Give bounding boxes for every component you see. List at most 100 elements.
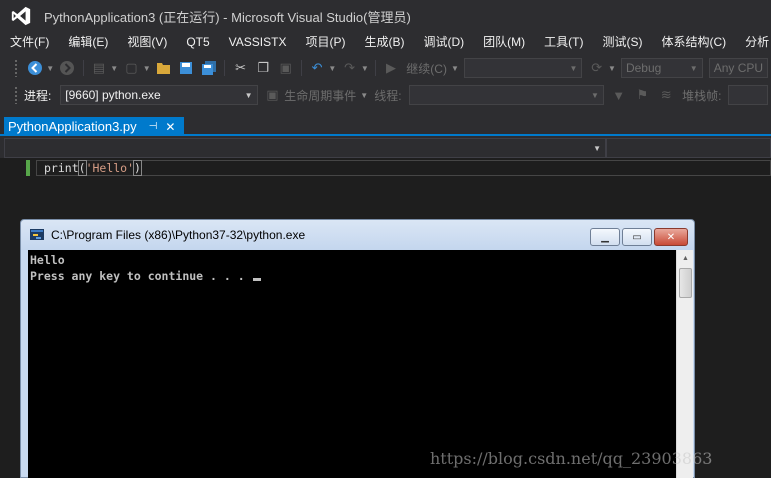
save-icon[interactable] (178, 59, 195, 77)
process-label: 进程: (23, 88, 52, 103)
redo-icon[interactable]: ↷ (341, 59, 358, 77)
new-project-icon[interactable]: ▤ (91, 59, 108, 77)
console-line-1: Hello (30, 253, 65, 267)
chevron-down-icon[interactable]: ▼ (110, 64, 118, 73)
tab-label: PythonApplication3.py (8, 119, 137, 134)
configuration-combo[interactable]: Debug ▼ (620, 58, 703, 78)
play-icon[interactable]: ▶ (383, 59, 400, 77)
close-icon[interactable]: ✕ (165, 120, 175, 134)
code-open-paren: ( (77, 160, 87, 176)
save-all-icon[interactable] (201, 59, 218, 77)
close-icon: ✕ (666, 231, 676, 243)
menu-build[interactable]: 生成(B) (354, 32, 413, 52)
console-title: C:\Program Files (x86)\Python37-32\pytho… (51, 228, 306, 242)
toolbar-grip[interactable] (14, 59, 18, 77)
undo-icon[interactable]: ↶ (309, 59, 326, 77)
menu-vassistx[interactable]: VASSISTX (219, 32, 296, 52)
current-line-highlight (36, 160, 771, 176)
cut-icon[interactable]: ✂ (232, 59, 249, 77)
paste-icon[interactable]: ▣ (277, 59, 294, 77)
platform-combo[interactable]: Any CPU (708, 58, 769, 78)
process-combo[interactable]: [9660] python.exe ▼ (60, 85, 258, 105)
menu-architecture[interactable]: 体系结构(C) (651, 32, 735, 52)
process-value: [9660] python.exe (65, 88, 161, 102)
member-navigation-combo[interactable] (606, 138, 771, 158)
start-target-combo[interactable]: ▼ (463, 58, 583, 78)
menu-analyze[interactable]: 分析 (735, 32, 771, 52)
scroll-thumb[interactable] (679, 268, 692, 298)
thread-combo[interactable]: ▼ (408, 85, 604, 105)
minimize-icon: ▁ (601, 231, 609, 243)
toolbar-separator (82, 60, 84, 76)
chevron-down-icon[interactable]: ▼ (608, 64, 616, 73)
document-tab-strip: PythonApplication3.py ⊣ ✕ (0, 114, 771, 136)
console-scrollbar[interactable]: ▲ (676, 250, 693, 478)
navigate-back-icon[interactable] (27, 59, 44, 77)
menu-project[interactable]: 项目(P) (295, 32, 354, 52)
lifecycle-events-icon[interactable]: ▣ (264, 86, 282, 104)
minimize-button[interactable]: ▁ (590, 228, 620, 246)
refresh-icon[interactable]: ⟳ (588, 59, 605, 77)
change-tracking-mark (26, 160, 30, 176)
tab-pythonapplication3-py[interactable]: PythonApplication3.py ⊣ ✕ (4, 117, 184, 136)
console-window[interactable]: C:\Program Files (x86)\Python37-32\pytho… (20, 219, 695, 478)
chevron-down-icon: ▼ (569, 63, 578, 73)
menu-file[interactable]: 文件(F) (0, 32, 58, 52)
scroll-up-icon[interactable]: ▲ (677, 250, 694, 267)
chevron-down-icon: ▼ (590, 90, 599, 100)
window-title: PythonApplication3 (正在运行) - Microsoft Vi… (44, 9, 411, 25)
continue-button[interactable]: 继续(C) (406, 60, 447, 77)
maximize-button[interactable]: ▭ (622, 228, 652, 246)
menu-bar: 文件(F) 编辑(E) 视图(V) QT5 VASSISTX 项目(P) 生成(… (0, 32, 771, 52)
chevron-down-icon[interactable]: ▼ (451, 64, 459, 73)
open-file-icon[interactable] (156, 59, 173, 77)
menu-test[interactable]: 测试(S) (592, 32, 651, 52)
python-icon (30, 229, 44, 240)
show-threads-icon[interactable]: ≋ (657, 86, 675, 104)
stackframe-label: 堆栈帧: (682, 88, 722, 103)
code-close-paren: ) (133, 160, 142, 176)
console-title-bar[interactable]: C:\Program Files (x86)\Python37-32\pytho… (21, 220, 694, 250)
filter-icon[interactable]: ▼ (610, 86, 628, 104)
code-string-literal: 'Hello' (85, 161, 135, 175)
chevron-down-icon[interactable]: ▼ (143, 64, 151, 73)
pin-icon[interactable]: ⊣ (149, 121, 158, 132)
toolbar-grip[interactable] (14, 86, 18, 104)
menu-edit[interactable]: 编辑(E) (58, 32, 117, 52)
flag-threads-icon[interactable]: ⚑ (634, 86, 652, 104)
console-output-area[interactable]: Hello Press any key to continue . . . ▲ (28, 250, 693, 478)
chevron-down-icon[interactable]: ▼ (328, 64, 336, 73)
menu-qt5[interactable]: QT5 (176, 32, 218, 52)
console-line-2: Press any key to continue . . . (30, 269, 252, 283)
standard-toolbar: ▼ ▤ ▼ ▢ ▼ ✂ ❐ ▣ ↶ ▼ ↷ ▼ ▶ 继续(C) ▼ ▼ ⟳ ▼ … (0, 55, 771, 81)
console-output: Hello Press any key to continue . . . (30, 252, 261, 284)
menu-debug[interactable]: 调试(D) (413, 32, 473, 52)
menu-view[interactable]: 视图(V) (117, 32, 176, 52)
chevron-down-icon[interactable]: ▼ (361, 64, 369, 73)
platform-value: Any CPU (713, 61, 764, 75)
title-bar: PythonApplication3 (正在运行) - Microsoft Vi… (0, 0, 771, 32)
class-navigation-combo[interactable]: ▼ (4, 138, 606, 158)
chevron-down-icon[interactable]: ▼ (360, 91, 368, 100)
menu-tools[interactable]: 工具(T) (534, 32, 592, 52)
toolbar-separator (300, 60, 302, 76)
thread-label: 线程: (374, 88, 402, 103)
toolbar-separator (224, 60, 226, 76)
copy-icon[interactable]: ❐ (255, 59, 272, 77)
navigate-forward-icon[interactable] (59, 59, 76, 77)
chevron-down-icon: ▼ (593, 143, 601, 153)
configuration-value: Debug (625, 61, 662, 75)
chevron-down-icon: ▼ (244, 90, 253, 100)
code-line-1[interactable]: print('Hello') (44, 160, 142, 176)
console-cursor (252, 278, 261, 281)
close-button[interactable]: ✕ (654, 228, 688, 246)
chevron-down-icon[interactable]: ▼ (46, 64, 54, 73)
stackframe-combo[interactable] (728, 85, 768, 105)
watermark: https://blog.csdn.net/qq_23903863 (430, 449, 713, 468)
menu-team[interactable]: 团队(M) (473, 32, 534, 52)
code-function-name: print (44, 161, 79, 175)
lifecycle-events-button[interactable]: 生命周期事件 (284, 87, 356, 104)
add-item-icon[interactable]: ▢ (123, 59, 140, 77)
debug-location-toolbar: 进程: [9660] python.exe ▼ ▣ 生命周期事件 ▼ 线程: ▼… (0, 82, 771, 108)
chevron-down-icon: ▼ (689, 63, 698, 73)
